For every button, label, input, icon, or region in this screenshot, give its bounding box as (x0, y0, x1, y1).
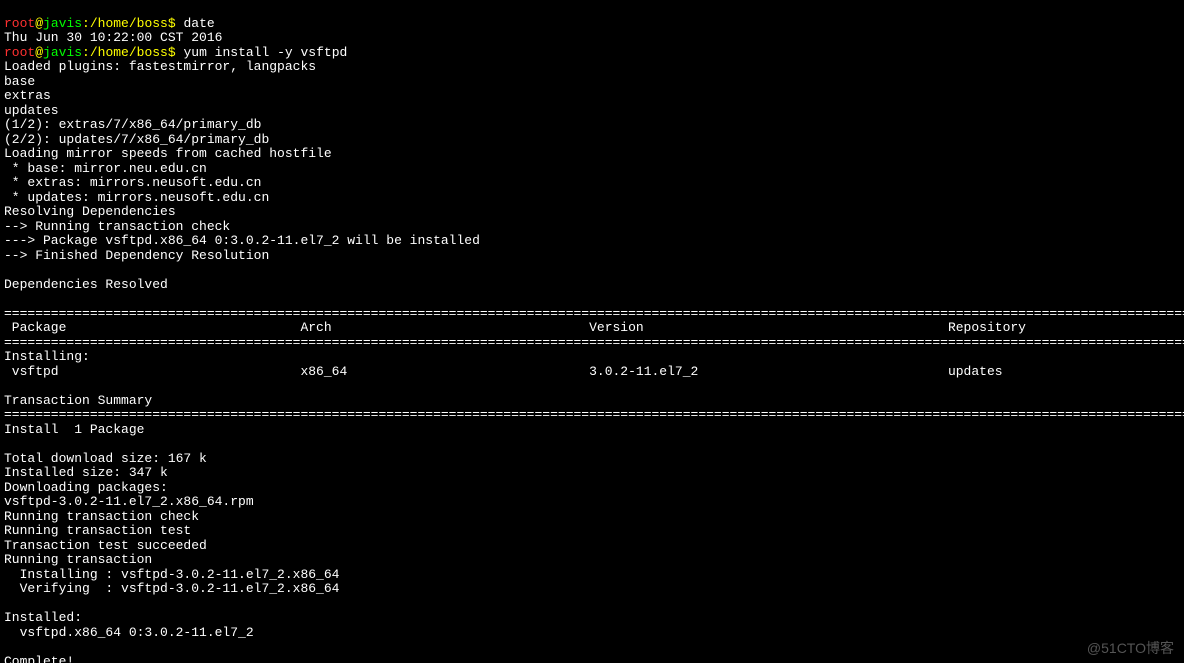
line: Installed size: 347 k (4, 465, 168, 480)
line: vsftpd.x86_64 0:3.0.2-11.el7_2 (4, 625, 254, 640)
line: (2/2): updates/7/x86_64/primary_db | 5.7… (4, 132, 1184, 147)
line: Transaction test succeeded (4, 538, 207, 553)
line: Transaction Summary (4, 393, 152, 408)
line: ---> Package vsftpd.x86_64 0:3.0.2-11.el… (4, 233, 480, 248)
line: --> Running transaction check (4, 219, 230, 234)
line: --> Finished Dependency Resolution (4, 248, 269, 263)
prompt-host: javis (43, 45, 82, 60)
line: Downloading packages: (4, 480, 168, 495)
line: Loading mirror speeds from cached hostfi… (4, 146, 332, 161)
line: Complete! (4, 654, 74, 663)
cmd-yum: yum install -y vsftpd (183, 45, 347, 60)
prompt-user: root (4, 16, 35, 31)
line: Installing : vsftpd-3.0.2-11.el7_2.x86_6… (4, 567, 1184, 582)
separator: ========================================… (4, 335, 1184, 350)
line: vsftpd-3.0.2-11.el7_2.x86_64.rpm | 167 k… (4, 494, 1184, 509)
terminal-output[interactable]: root@javis:/home/boss$ date Thu Jun 30 1… (0, 0, 1184, 663)
watermark: @51CTO博客 (1087, 641, 1174, 656)
table-row: vsftpd x86_64 3.0.2-11.el7_2 updates 167… (4, 364, 1184, 379)
prompt-path: :/home/boss$ (82, 45, 183, 60)
line: Running transaction (4, 552, 152, 567)
cmd-date: date (183, 16, 214, 31)
separator: ========================================… (4, 306, 1184, 321)
line: updates | 3.4 kB 00:00:00 (4, 103, 1184, 118)
line: Resolving Dependencies (4, 204, 176, 219)
date-output: Thu Jun 30 10:22:00 CST 2016 (4, 30, 222, 45)
prompt-at: @ (35, 45, 43, 60)
line: * base: mirror.neu.edu.cn (4, 161, 207, 176)
line: Loaded plugins: fastestmirror, langpacks (4, 59, 316, 74)
line: Total download size: 167 k (4, 451, 207, 466)
line: Running transaction check (4, 509, 199, 524)
line: Install 1 Package (4, 422, 144, 437)
line: * extras: mirrors.neusoft.edu.cn (4, 175, 261, 190)
prompt-host: javis (43, 16, 82, 31)
line: Installed: (4, 610, 82, 625)
line: Dependencies Resolved (4, 277, 168, 292)
line: * updates: mirrors.neusoft.edu.cn (4, 190, 269, 205)
line: base | 3.6 kB 00:00:00 (4, 74, 1184, 89)
line: (1/2): extras/7/x86_64/primary_db | 149 … (4, 117, 1184, 132)
line: Installing: (4, 349, 90, 364)
line: extras | 3.4 kB 00:00:00 (4, 88, 1184, 103)
prompt-path: :/home/boss$ (82, 16, 183, 31)
separator: ========================================… (4, 407, 1184, 422)
prompt-user: root (4, 45, 35, 60)
line: Running transaction test (4, 523, 191, 538)
table-header: Package Arch Version Repository Size (4, 320, 1184, 335)
line: Verifying : vsftpd-3.0.2-11.el7_2.x86_64… (4, 581, 1184, 596)
prompt-at: @ (35, 16, 43, 31)
